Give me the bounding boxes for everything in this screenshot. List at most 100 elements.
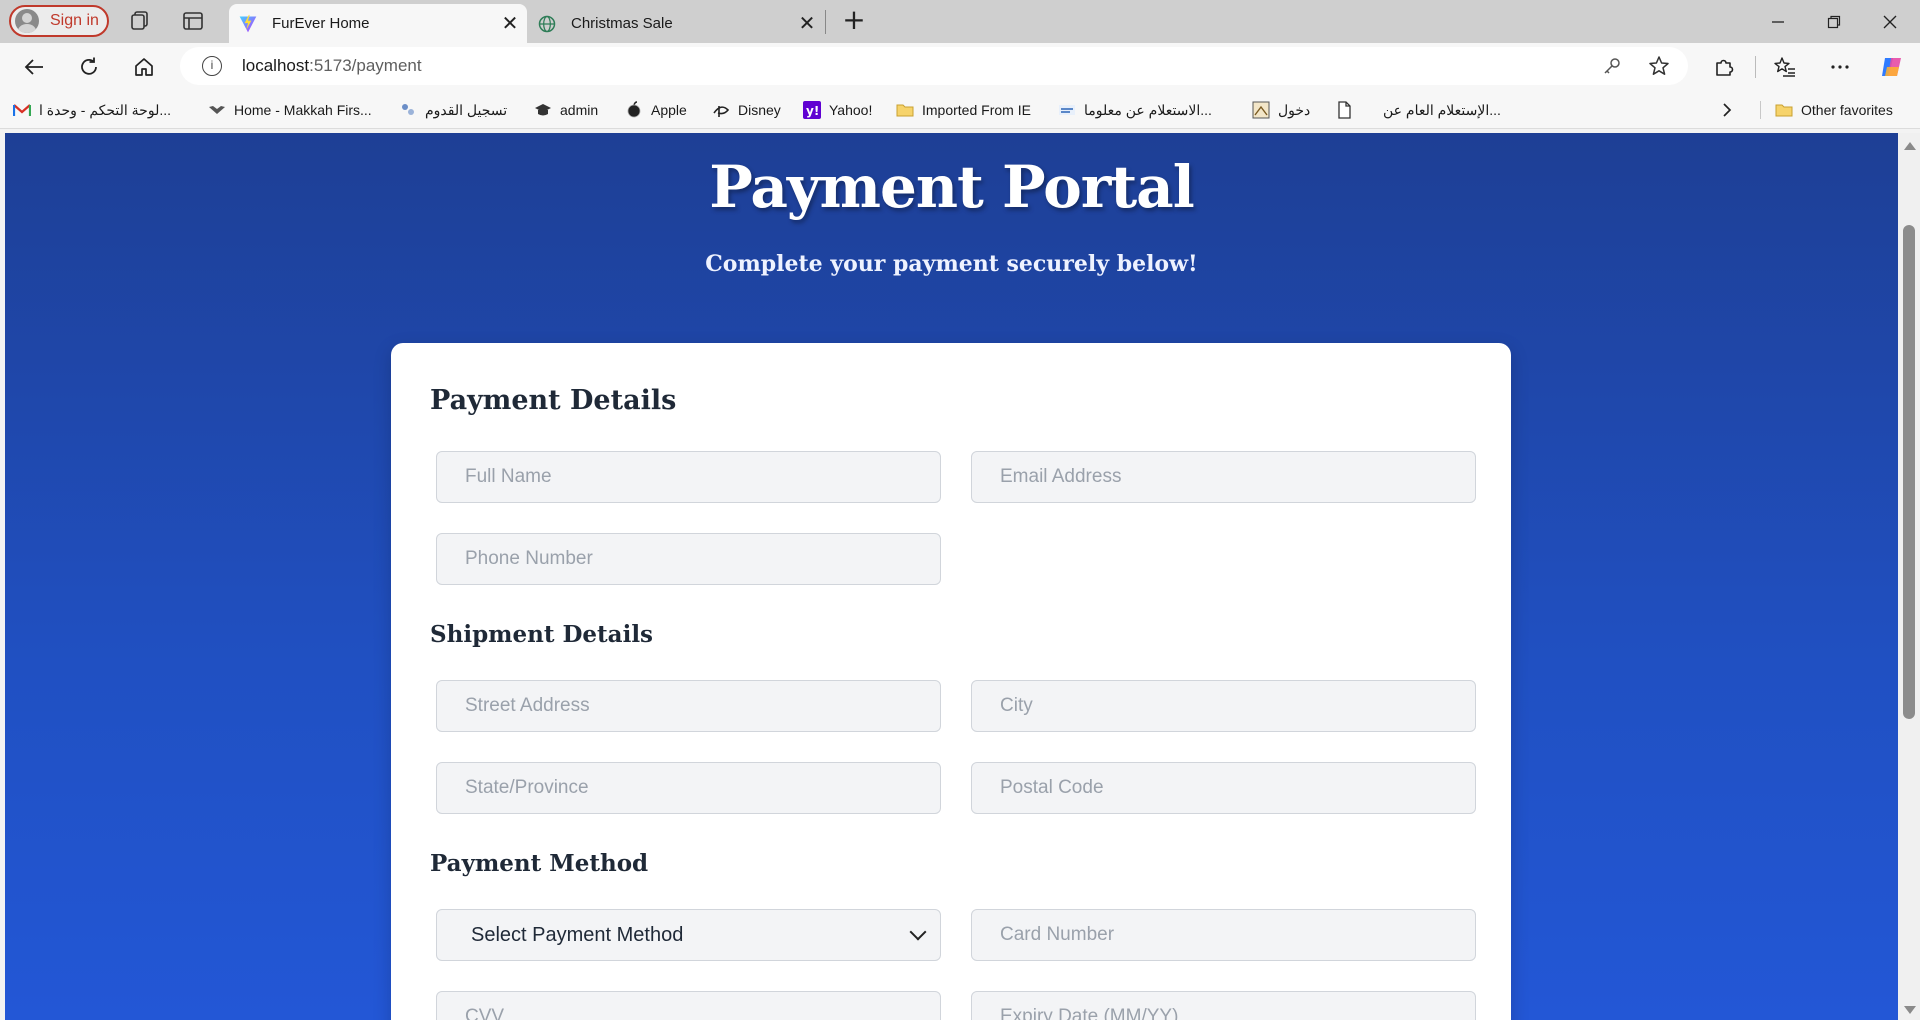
- page-icon: [1338, 101, 1351, 119]
- bookmark-label: Disney: [738, 102, 781, 118]
- tab-christmas-sale[interactable]: Christmas Sale ✕: [528, 4, 824, 43]
- bookmark-item[interactable]: الاستعلام عن معلوما...: [1058, 99, 1212, 121]
- payment-form-card: Payment Details Shipment Details Payment…: [391, 343, 1511, 1020]
- vertical-tabs-icon[interactable]: [181, 9, 205, 33]
- bookmark-item[interactable]: Imported From IE: [896, 99, 1031, 121]
- site-icon: [1252, 101, 1270, 119]
- copilot-button[interactable]: [1876, 51, 1908, 83]
- bookmarks-divider: [1760, 101, 1761, 119]
- cvv-input[interactable]: [436, 991, 941, 1020]
- site-icon: [209, 106, 225, 114]
- new-tab-button[interactable]: +: [839, 6, 869, 36]
- home-icon: [135, 58, 153, 76]
- card-number-input[interactable]: [971, 909, 1476, 961]
- apple-icon: [627, 101, 641, 118]
- close-window-button[interactable]: [1862, 0, 1918, 43]
- password-key-icon[interactable]: [1602, 56, 1622, 76]
- workspaces-icon[interactable]: [128, 9, 152, 33]
- folder-icon: [1775, 104, 1793, 117]
- refresh-icon: [81, 57, 97, 75]
- bookmark-label: Other favorites: [1801, 102, 1893, 118]
- minimize-icon: [1772, 20, 1784, 23]
- bookmark-label: تسجيل القدوم: [425, 101, 508, 118]
- restore-icon: [1827, 15, 1841, 28]
- svg-text:y!: y!: [806, 104, 819, 118]
- scroll-down-arrow-icon[interactable]: [1904, 1006, 1916, 1014]
- bookmark-label: لوحة التحكم - وحدة ا...: [39, 101, 172, 118]
- profile-avatar-icon: [15, 9, 39, 33]
- tab-title: Christmas Sale: [571, 15, 673, 32]
- restore-button[interactable]: [1806, 0, 1862, 43]
- scrollbar-thumb[interactable]: [1903, 225, 1915, 719]
- bookmark-item[interactable]: Home - Makkah Firs...: [208, 99, 372, 121]
- close-icon: [1883, 15, 1897, 28]
- bookmark-item[interactable]: Disney: [712, 99, 781, 121]
- bookmark-label: Imported From IE: [922, 102, 1031, 118]
- folder-icon: [896, 104, 914, 117]
- bookmark-item[interactable]: الإستعلام العام عن...: [1335, 99, 1501, 121]
- globe-icon: [538, 15, 556, 32]
- tab-strip: Sign in FurEver Home ✕ Christmas Sale ✕ …: [0, 0, 1920, 43]
- address-bar[interactable]: i localhost:5173/payment: [180, 47, 1688, 85]
- back-button[interactable]: [18, 51, 50, 83]
- bookmark-label: دخول: [1278, 101, 1311, 118]
- extensions-button[interactable]: [1708, 51, 1740, 83]
- tab-title: FurEver Home: [272, 15, 370, 32]
- puzzle-icon: [1716, 59, 1734, 76]
- section-title-payment-details: Payment Details: [430, 385, 677, 416]
- home-button[interactable]: [128, 51, 160, 83]
- site-info-icon[interactable]: i: [202, 56, 222, 76]
- bookmark-label: Home - Makkah Firs...: [234, 102, 372, 118]
- toolbar-divider: [1755, 56, 1756, 78]
- favorite-star-icon[interactable]: [1648, 55, 1670, 77]
- other-favorites-folder[interactable]: Other favorites: [1775, 99, 1893, 121]
- graduation-cap-icon: [535, 104, 551, 116]
- bookmark-label: الإستعلام العام عن...: [1383, 101, 1501, 118]
- expiry-date-input[interactable]: [971, 991, 1476, 1020]
- payment-page: Payment Portal Complete your payment sec…: [5, 133, 1898, 1020]
- sign-in-button[interactable]: Sign in: [9, 5, 109, 37]
- section-title-payment-method: Payment Method: [430, 850, 649, 877]
- payment-method-selected: Select Payment Method: [471, 923, 684, 946]
- more-dots-icon: [1831, 65, 1849, 69]
- page-scrollbar[interactable]: [1898, 133, 1920, 1020]
- scroll-up-arrow-icon[interactable]: [1904, 142, 1916, 150]
- page-title: Payment Portal: [709, 153, 1194, 221]
- full-name-input[interactable]: [436, 451, 941, 503]
- vite-logo-icon: [239, 14, 257, 32]
- phone-input[interactable]: [436, 533, 941, 585]
- city-input[interactable]: [971, 680, 1476, 732]
- bookmark-item[interactable]: دخول: [1252, 99, 1310, 121]
- bookmark-label: Apple: [651, 102, 687, 118]
- close-tab-icon[interactable]: ✕: [493, 11, 527, 36]
- chevron-right-icon: [1723, 103, 1732, 117]
- bookmark-label: admin: [560, 102, 599, 118]
- yahoo-icon: y!: [803, 101, 821, 119]
- refresh-button[interactable]: [73, 51, 105, 83]
- bookmark-item[interactable]: y! Yahoo!: [803, 99, 872, 121]
- bookmarks-bar: لوحة التحكم - وحدة ا... Home - Makkah Fi…: [0, 89, 1920, 129]
- chevron-down-icon: [909, 923, 927, 941]
- bookmark-item[interactable]: تسجيل القدوم: [399, 99, 507, 121]
- section-title-shipment-details: Shipment Details: [430, 621, 654, 648]
- bookmark-item[interactable]: admin: [534, 99, 598, 121]
- url-text[interactable]: localhost:5173/payment: [242, 56, 422, 76]
- sign-in-label: Sign in: [50, 12, 99, 29]
- postal-code-input[interactable]: [971, 762, 1476, 814]
- gmail-icon: [13, 104, 31, 116]
- bookmark-item[interactable]: لوحة التحكم - وحدة ا...: [13, 99, 171, 121]
- settings-more-button[interactable]: [1824, 51, 1856, 83]
- email-input[interactable]: [971, 451, 1476, 503]
- favorites-button[interactable]: [1769, 51, 1801, 83]
- bookmark-item[interactable]: Apple: [625, 99, 687, 121]
- tab-furever-home[interactable]: FurEver Home ✕: [229, 4, 527, 43]
- disney-icon: [713, 106, 730, 117]
- bookmark-label: الاستعلام عن معلوما...: [1084, 101, 1212, 118]
- site-icon: [402, 104, 414, 115]
- close-tab-icon[interactable]: ✕: [790, 11, 824, 36]
- minimize-button[interactable]: [1750, 0, 1806, 43]
- street-address-input[interactable]: [436, 680, 941, 732]
- bookmarks-overflow-button[interactable]: [1720, 99, 1734, 121]
- state-province-input[interactable]: [436, 762, 941, 814]
- payment-method-select[interactable]: Select Payment Method: [436, 909, 941, 961]
